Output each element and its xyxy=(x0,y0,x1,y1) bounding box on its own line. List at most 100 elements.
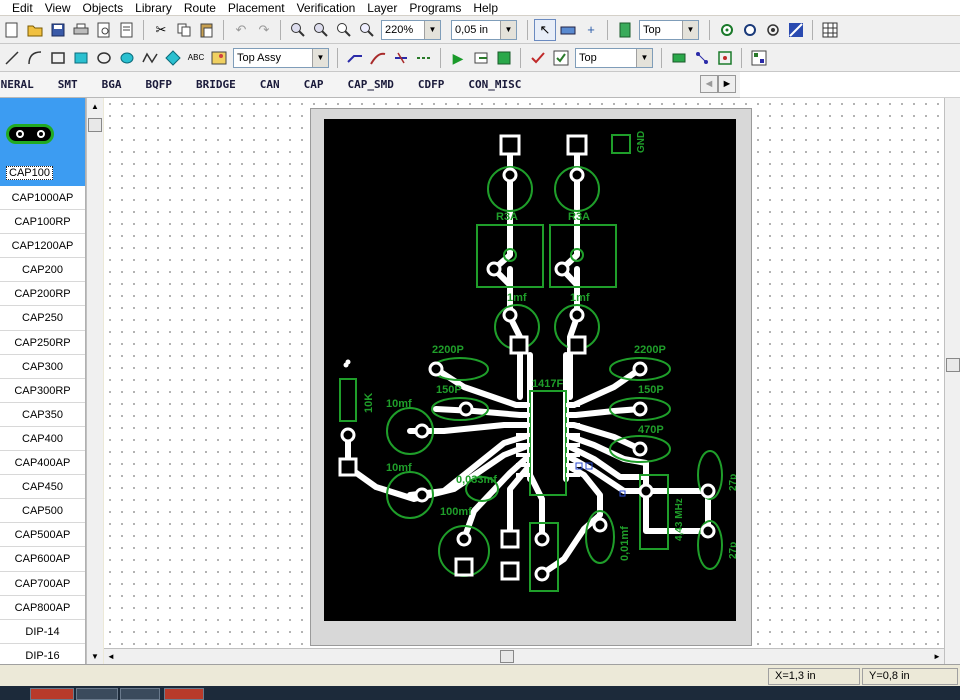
page-setup-icon[interactable] xyxy=(116,19,138,41)
list-item[interactable]: CAP1200AP xyxy=(0,234,85,259)
scroll-up-icon[interactable]: ▲ xyxy=(87,98,103,114)
print-icon[interactable] xyxy=(70,19,92,41)
tab-cdfp[interactable]: CDFP xyxy=(406,78,457,91)
list-item[interactable]: CAP500 xyxy=(0,499,85,524)
menu-route[interactable]: Route xyxy=(178,0,222,16)
list-item[interactable]: CAP400 xyxy=(0,427,85,452)
rectangle-tool-icon[interactable] xyxy=(47,47,69,69)
target-icon[interactable] xyxy=(762,19,784,41)
verify-icon[interactable] xyxy=(550,47,572,69)
list-item[interactable]: CAP500AP xyxy=(0,523,85,548)
list-item[interactable]: CAP1000AP xyxy=(0,186,85,211)
list-item[interactable]: CAP400AP xyxy=(0,451,85,476)
export-icon[interactable] xyxy=(470,47,492,69)
layer-select[interactable]: Top ▼ xyxy=(639,19,699,40)
ratsnest-icon[interactable] xyxy=(714,47,736,69)
zoom-out-icon[interactable] xyxy=(310,19,332,41)
view-layer-select[interactable]: Top Assy ▼ xyxy=(233,47,329,68)
tab-can[interactable]: CAN xyxy=(248,78,292,91)
grid-select[interactable]: 0,05 in ▼ xyxy=(451,19,517,40)
autoroute-icon[interactable] xyxy=(785,19,807,41)
chevron-down-icon[interactable]: ▼ xyxy=(424,20,440,39)
list-item[interactable]: CAP600AP xyxy=(0,547,85,572)
list-item[interactable]: DIP-16 xyxy=(0,644,85,664)
route-trace-icon[interactable] xyxy=(344,47,366,69)
copy-icon[interactable] xyxy=(173,19,195,41)
tab-cap[interactable]: CAP xyxy=(292,78,336,91)
scroll-thumb[interactable] xyxy=(946,358,960,372)
list-item[interactable]: CAP450 xyxy=(0,475,85,500)
new-file-icon[interactable] xyxy=(1,19,23,41)
zoom-fit-icon[interactable] xyxy=(356,19,378,41)
taskbar-button[interactable] xyxy=(30,688,74,700)
measure-icon[interactable] xyxy=(557,19,579,41)
circle-tool-icon[interactable] xyxy=(93,47,115,69)
zoom-select[interactable]: 220% ▼ xyxy=(381,19,441,40)
route-curve-icon[interactable] xyxy=(367,47,389,69)
scroll-thumb[interactable] xyxy=(88,118,102,132)
text-tool-icon[interactable]: ABC xyxy=(185,47,207,69)
tab-next-button[interactable]: ► xyxy=(718,75,736,93)
polyline-tool-icon[interactable] xyxy=(139,47,161,69)
menu-library[interactable]: Library xyxy=(129,0,178,16)
net-icon[interactable] xyxy=(691,47,713,69)
tab-general[interactable]: ENERAL xyxy=(0,78,46,91)
crosshair-icon[interactable]: + xyxy=(580,19,602,41)
scroll-left-icon[interactable]: ◄ xyxy=(104,649,118,664)
filled-rectangle-tool-icon[interactable] xyxy=(70,47,92,69)
image-tool-icon[interactable] xyxy=(208,47,230,69)
cut-icon[interactable]: ✂ xyxy=(150,19,172,41)
arc-tool-icon[interactable] xyxy=(24,47,46,69)
chevron-down-icon[interactable]: ▼ xyxy=(636,48,652,67)
tab-cap-smd[interactable]: CAP_SMD xyxy=(336,78,406,91)
undo-icon[interactable]: ↶ xyxy=(230,19,252,41)
list-item[interactable]: CAP100RP xyxy=(0,210,85,235)
list-item[interactable]: CAP250RP xyxy=(0,331,85,355)
scroll-thumb[interactable] xyxy=(500,650,514,663)
properties-icon[interactable] xyxy=(748,47,770,69)
tab-prev-button[interactable]: ◄ xyxy=(700,75,718,93)
canvas-vertical-scrollbar[interactable] xyxy=(944,98,960,664)
taskbar-button[interactable] xyxy=(76,688,118,700)
tab-smt[interactable]: SMT xyxy=(46,78,90,91)
paste-icon[interactable] xyxy=(196,19,218,41)
pointer-icon[interactable]: ↖ xyxy=(534,18,556,41)
taskbar-button[interactable] xyxy=(164,688,204,700)
filled-circle-tool-icon[interactable] xyxy=(116,47,138,69)
zoom-window-icon[interactable] xyxy=(333,19,355,41)
list-item[interactable]: CAP300RP xyxy=(0,379,85,403)
scroll-down-icon[interactable]: ▼ xyxy=(87,648,103,664)
via-icon[interactable] xyxy=(716,19,738,41)
chevron-down-icon[interactable]: ▼ xyxy=(682,20,698,39)
grid-table-icon[interactable] xyxy=(819,19,841,41)
run-icon[interactable]: ▶ xyxy=(447,47,469,69)
pcb-board[interactable]: GND R3A R3A 1mf 1mf 2200P 2200P 150P 150… xyxy=(324,119,739,621)
tab-bqfp[interactable]: BQFP xyxy=(134,78,185,91)
menu-help[interactable]: Help xyxy=(467,0,504,16)
menu-programs[interactable]: Programs xyxy=(403,0,467,16)
menu-layer[interactable]: Layer xyxy=(361,0,403,16)
list-item[interactable]: CAP800AP xyxy=(0,596,85,620)
route-layer-select[interactable]: Top ▼ xyxy=(575,47,653,68)
scroll-right-icon[interactable]: ► xyxy=(930,649,944,664)
list-item[interactable]: CAP300 xyxy=(0,355,85,379)
canvas-horizontal-scrollbar[interactable]: ◄ ► xyxy=(104,648,944,664)
pad-icon[interactable] xyxy=(739,19,761,41)
component-icon[interactable] xyxy=(668,47,690,69)
polygon-tool-icon[interactable] xyxy=(162,47,184,69)
list-item[interactable]: DIP-14 xyxy=(0,620,85,644)
list-item[interactable]: CAP250 xyxy=(0,306,85,331)
chevron-down-icon[interactable]: ▼ xyxy=(500,20,516,39)
line-tool-icon[interactable] xyxy=(1,47,23,69)
cut-trace-icon[interactable] xyxy=(390,47,412,69)
chevron-down-icon[interactable]: ▼ xyxy=(312,48,328,67)
list-item[interactable]: CAP700AP xyxy=(0,572,85,596)
unroute-icon[interactable] xyxy=(413,47,435,69)
redo-icon[interactable]: ↷ xyxy=(253,19,275,41)
refresh-icon[interactable] xyxy=(493,47,515,69)
taskbar-button[interactable] xyxy=(120,688,160,700)
open-folder-icon[interactable] xyxy=(24,19,46,41)
menu-placement[interactable]: Placement xyxy=(222,0,291,16)
menu-objects[interactable]: Objects xyxy=(76,0,129,16)
tab-bga[interactable]: BGA xyxy=(90,78,134,91)
